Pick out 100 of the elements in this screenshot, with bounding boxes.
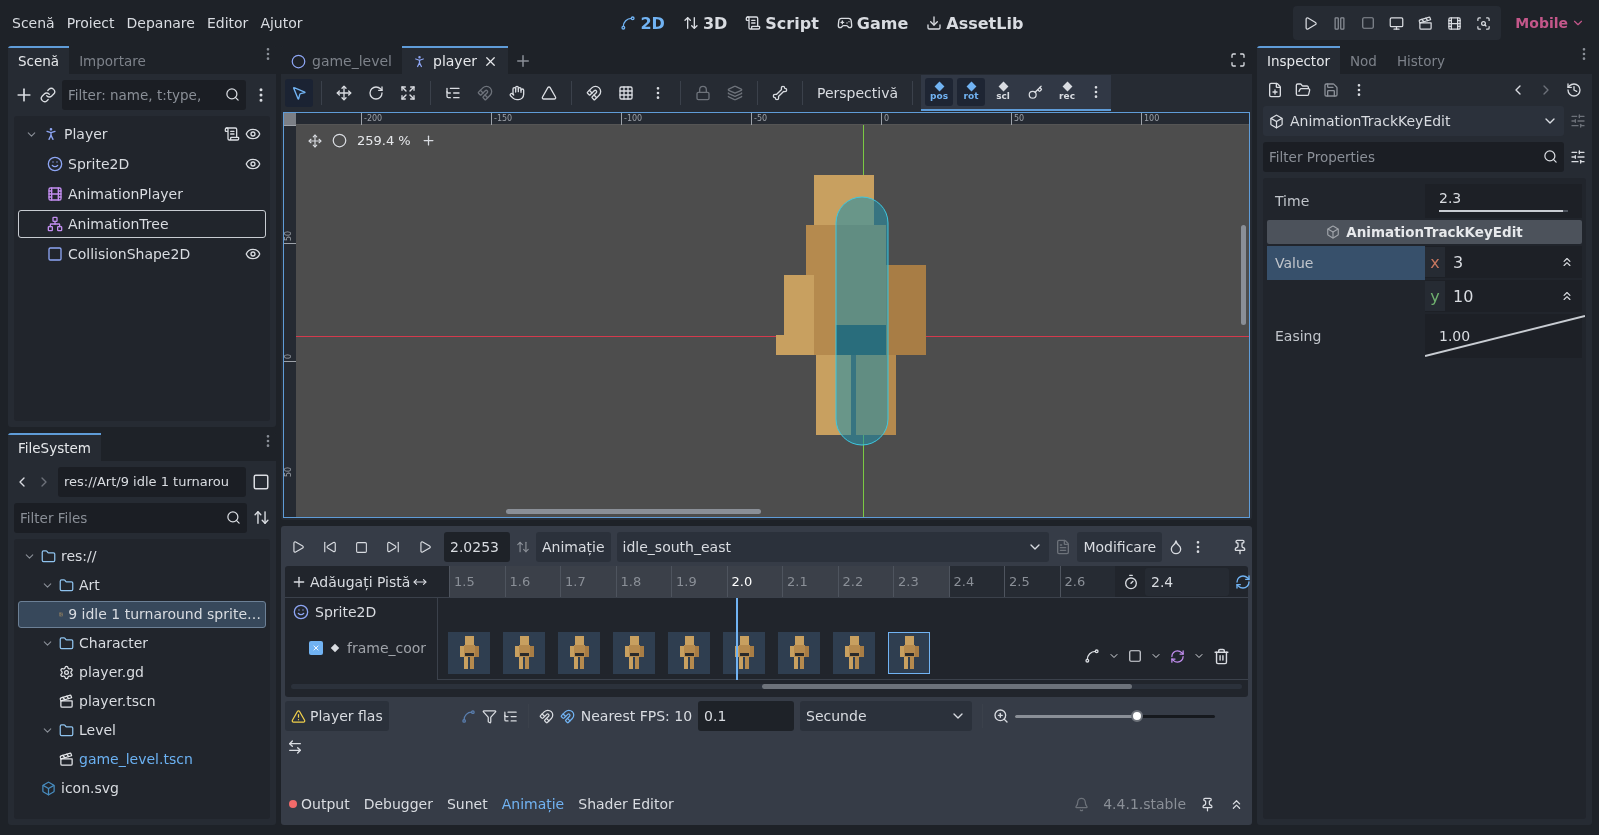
- loop-mode-icon[interactable]: [1170, 648, 1185, 664]
- renderer-dropdown[interactable]: Mobile: [1509, 14, 1591, 32]
- docs-icon[interactable]: [1570, 113, 1586, 129]
- scene-tree-item[interactable]: CollisionShape2D: [18, 240, 266, 268]
- bottom-panel-tab[interactable]: Output: [289, 796, 350, 812]
- dock-tab[interactable]: Importare: [69, 46, 156, 74]
- play-from-start-icon[interactable]: [386, 540, 400, 554]
- filter-field[interactable]: Filter Files: [14, 502, 247, 533]
- ruler-icon[interactable]: [541, 85, 557, 101]
- perspective-button[interactable]: Perspectivă: [811, 85, 905, 101]
- scrollbar[interactable]: [506, 509, 761, 514]
- snap-field[interactable]: 0.1: [698, 701, 795, 731]
- bezier-icon[interactable]: [460, 708, 476, 724]
- clapperboard-icon[interactable]: [1418, 15, 1434, 31]
- history-icon[interactable]: [1566, 82, 1582, 98]
- menu-item[interactable]: Editor: [200, 15, 255, 31]
- keyframe-thumbnail[interactable]: [833, 632, 875, 674]
- scrollbar[interactable]: [762, 684, 1132, 689]
- bone-icon[interactable]: [772, 85, 788, 101]
- snap-mode-dropdown[interactable]: Secunde: [800, 701, 973, 731]
- workspace-button[interactable]: AssetLib: [926, 13, 1024, 33]
- path-field[interactable]: res://Art/9 idle 1 turnarou: [58, 466, 246, 497]
- film-icon[interactable]: [1447, 15, 1463, 31]
- snap-icon[interactable]: [538, 708, 554, 724]
- snap-icon[interactable]: [586, 85, 602, 101]
- lock-icon[interactable]: [695, 85, 711, 101]
- file-tree-item[interactable]: player.tscn: [18, 687, 266, 715]
- file-tree-item[interactable]: Character: [18, 629, 266, 657]
- easing-curve-field[interactable]: 1.00: [1425, 314, 1582, 358]
- bottom-panel-tab[interactable]: Shader Editor: [578, 796, 674, 812]
- spinner-icon[interactable]: [1560, 255, 1574, 269]
- pin-icon[interactable]: [1200, 796, 1215, 812]
- monitor-icon[interactable]: [1389, 15, 1405, 31]
- pause-icon[interactable]: [1332, 15, 1348, 31]
- list-icon[interactable]: [502, 708, 518, 724]
- keyframe-thumbnail[interactable]: [723, 632, 765, 674]
- stop-icon[interactable]: [1361, 16, 1376, 30]
- scene-tree-item[interactable]: AnimationPlayer: [18, 180, 266, 208]
- workspace-button[interactable]: Game: [836, 13, 909, 33]
- center-view-icon[interactable]: [308, 133, 322, 148]
- file-tree-item[interactable]: icon.svg: [18, 774, 266, 802]
- play-icon[interactable]: [1303, 15, 1319, 31]
- file-tree-item[interactable]: Art: [18, 571, 266, 599]
- filter-field[interactable]: Filter: name, t:type,: [62, 80, 246, 110]
- workspace-button[interactable]: Script: [745, 13, 819, 33]
- zoom-level[interactable]: 259.4 %: [357, 133, 411, 148]
- workspace-button[interactable]: 3D: [682, 13, 728, 33]
- menu-item[interactable]: Scenă: [6, 15, 61, 31]
- rotate-tool-icon[interactable]: [368, 85, 384, 101]
- editor-tab[interactable]: game_level: [281, 46, 402, 74]
- dock-tab[interactable]: Scenă: [8, 46, 70, 74]
- dock-tab[interactable]: FileSystem: [8, 432, 101, 461]
- file-tree-item[interactable]: Level: [18, 716, 266, 744]
- keyframe-thumbnail[interactable]: [613, 632, 655, 674]
- list-select-icon[interactable]: [445, 85, 461, 101]
- file-tree-item[interactable]: game_level.tscn: [18, 745, 266, 773]
- filter-icon[interactable]: [481, 708, 497, 724]
- viewport-canvas[interactable]: 259.4 %: [296, 125, 1249, 517]
- save-icon[interactable]: [1323, 82, 1339, 98]
- sort-icon[interactable]: [253, 509, 270, 527]
- keyframe-toggle[interactable]: rec: [1053, 78, 1082, 106]
- time-field[interactable]: 2.0253: [444, 532, 510, 562]
- workspace-button[interactable]: 2D: [620, 13, 665, 33]
- pan-tool-icon[interactable]: [509, 85, 525, 101]
- file-tree-item[interactable]: res://: [18, 542, 266, 570]
- keyframe-toggle[interactable]: rot: [957, 78, 986, 106]
- menu-item[interactable]: Proiect: [60, 15, 121, 31]
- eye-icon[interactable]: [245, 126, 261, 142]
- loop-icon[interactable]: [1235, 573, 1251, 590]
- eye-icon[interactable]: [245, 156, 261, 172]
- onion-skin-icon[interactable]: [1168, 539, 1184, 555]
- dock-tab[interactable]: Nod: [1340, 46, 1387, 74]
- animation-menu-button[interactable]: Animație: [536, 532, 611, 562]
- folder-icon[interactable]: [1295, 82, 1311, 98]
- scene-tree-item[interactable]: AnimationTree: [18, 210, 266, 238]
- file-tree-item[interactable]: 9 idle 1 turnaround sprite…: [18, 600, 266, 628]
- keyframe-toggle[interactable]: pos: [925, 78, 954, 106]
- animation-dropdown[interactable]: idle_south_east: [616, 532, 1050, 562]
- fullscreen-icon[interactable]: [1230, 52, 1246, 68]
- scene-tree-item[interactable]: Player: [18, 120, 266, 148]
- play-icon[interactable]: [418, 540, 432, 554]
- split-view-icon[interactable]: [252, 472, 270, 491]
- editor-tab[interactable]: player: [402, 46, 509, 74]
- object-dropdown[interactable]: AnimationTrackKeyEdit: [1263, 106, 1564, 136]
- keyframe-thumbnail[interactable]: [668, 632, 710, 674]
- time-slider-field[interactable]: 2.3: [1425, 184, 1582, 218]
- pin-icon[interactable]: [1232, 539, 1248, 555]
- update-mode-icon[interactable]: [1128, 649, 1142, 663]
- link-icon[interactable]: [40, 87, 56, 103]
- bottom-panel-tab[interactable]: Animație: [501, 796, 565, 812]
- play-from-end-icon[interactable]: [323, 540, 337, 554]
- settings-icon[interactable]: [1570, 149, 1586, 165]
- value-field[interactable]: 3: [1453, 252, 1552, 272]
- play-backwards-icon[interactable]: [291, 540, 305, 554]
- move-tool-icon[interactable]: [336, 85, 352, 101]
- dock-tab[interactable]: Inspector: [1257, 46, 1340, 74]
- script-icon[interactable]: [224, 126, 240, 142]
- bottom-panel-tab[interactable]: Sunet: [446, 796, 488, 812]
- keyframe-thumbnail[interactable]: [558, 632, 600, 674]
- dock-tab[interactable]: History: [1386, 46, 1455, 74]
